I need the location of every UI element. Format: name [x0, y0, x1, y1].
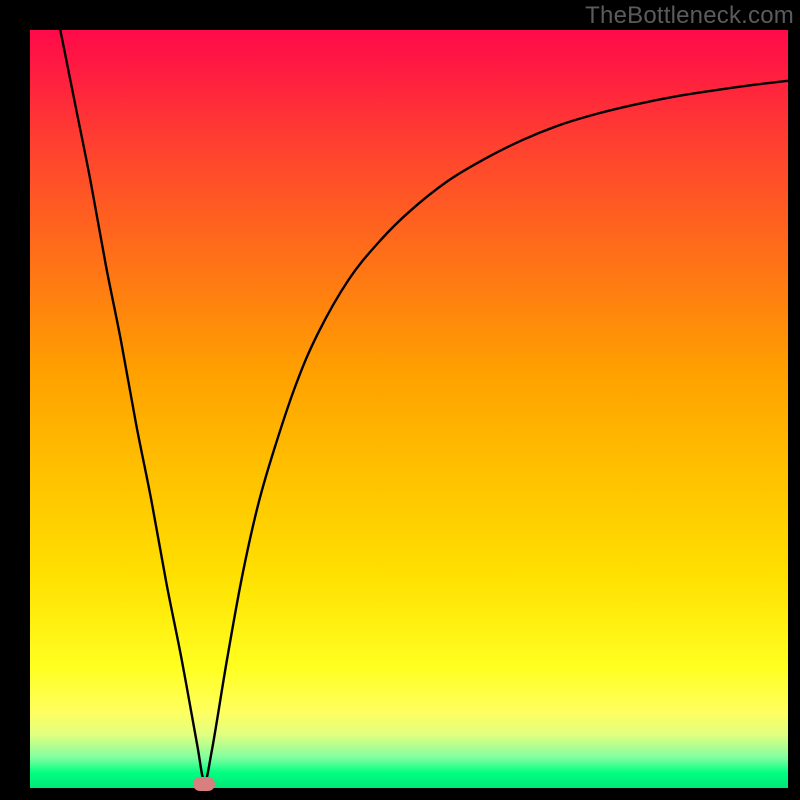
watermark-text: TheBottleneck.com [585, 2, 794, 30]
chart-frame: TheBottleneck.com [0, 0, 800, 800]
optimal-point-marker [193, 777, 215, 791]
bottleneck-curve [30, 30, 788, 788]
plot-area [30, 30, 788, 788]
